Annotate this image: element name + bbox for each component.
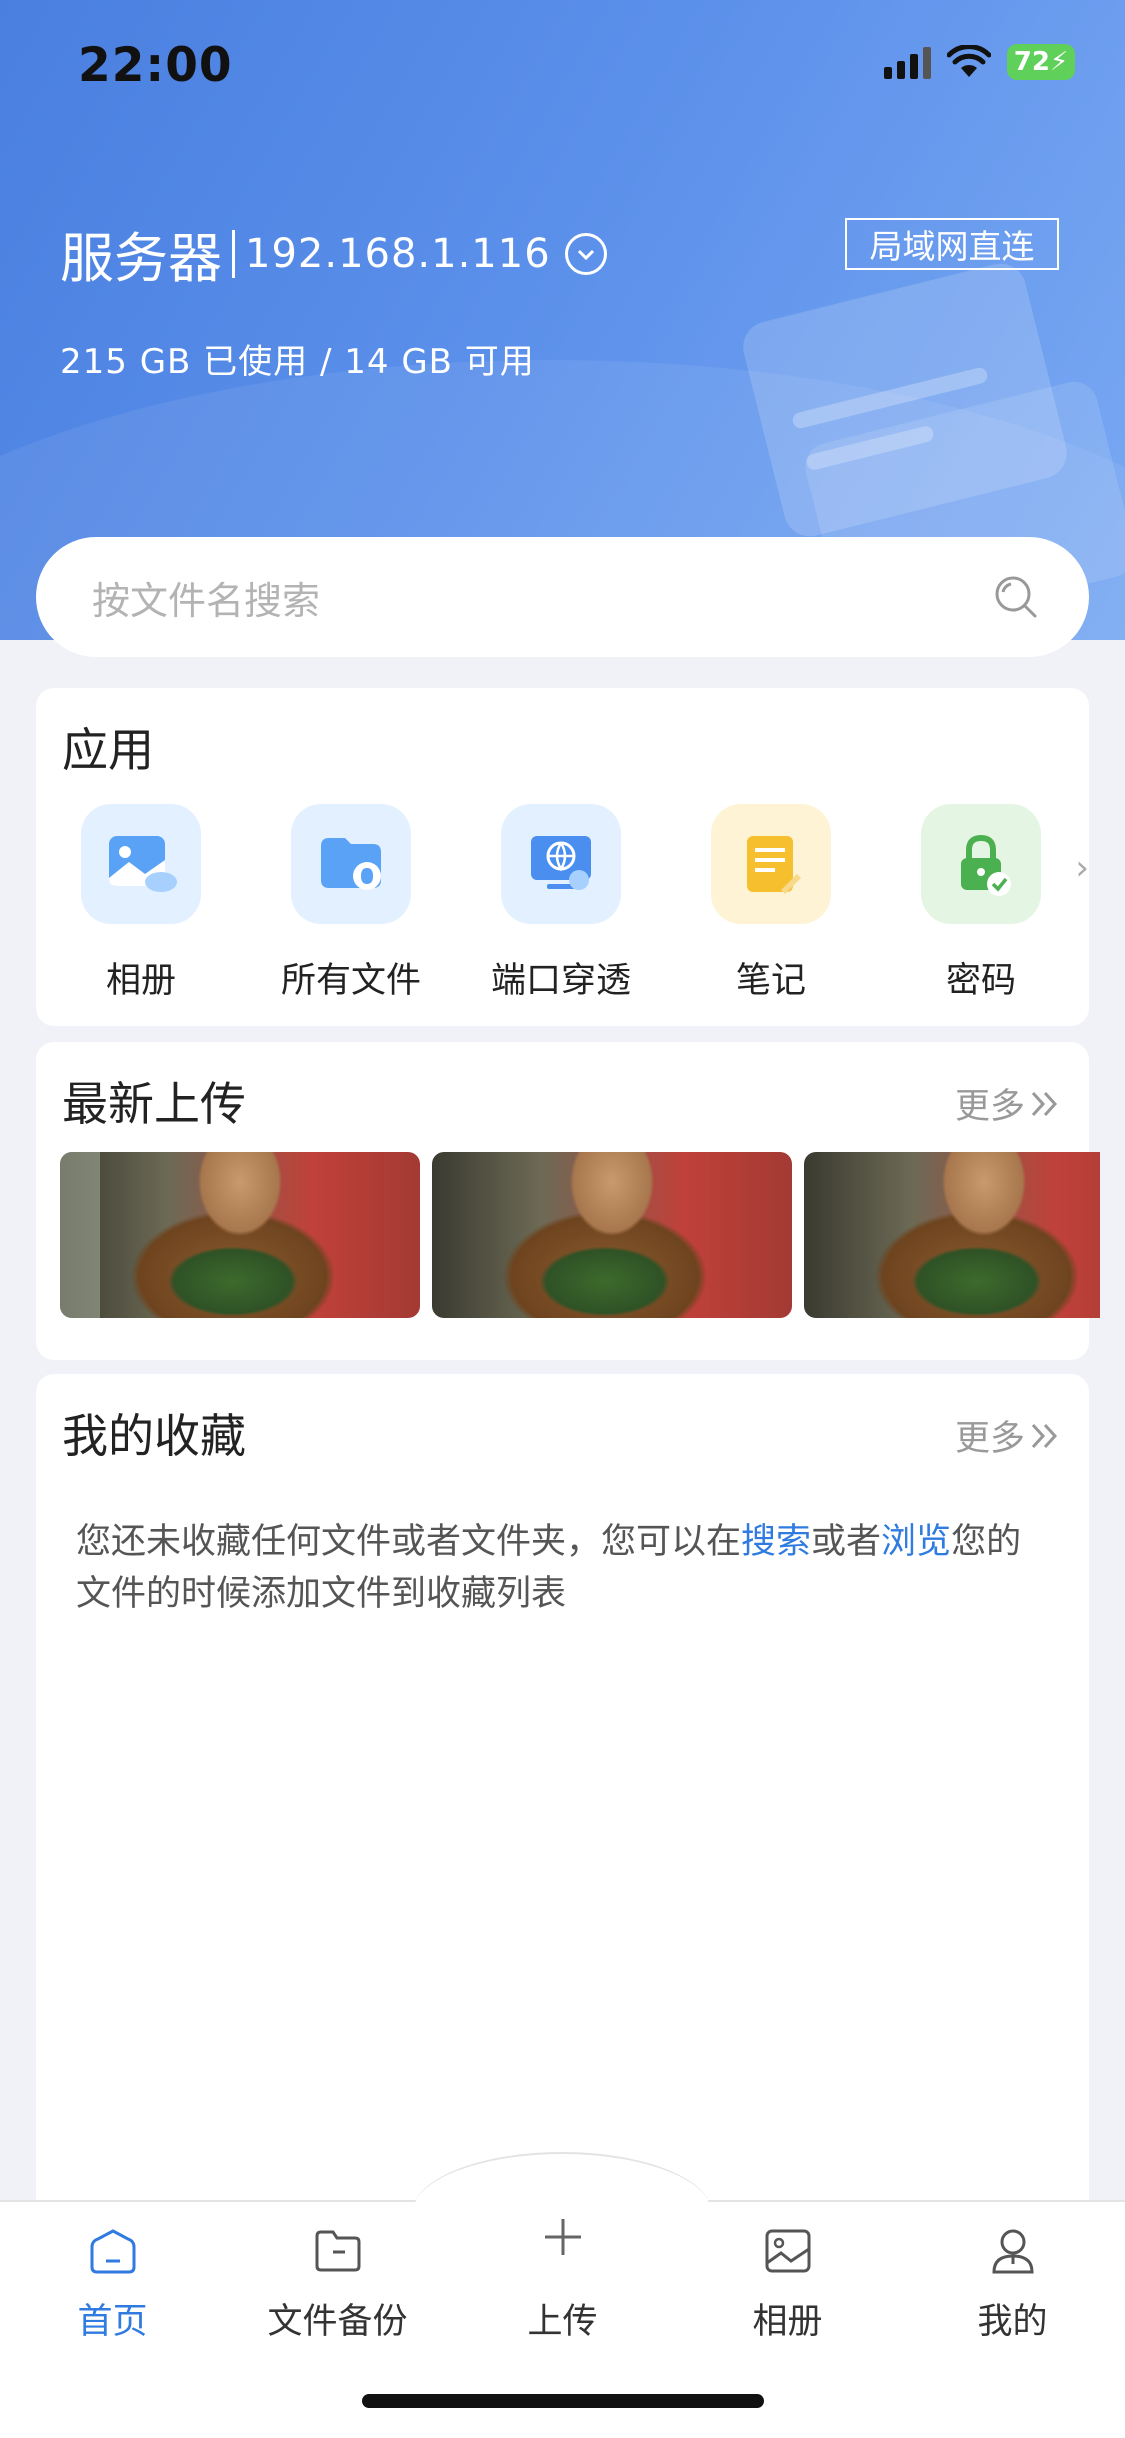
server-selector[interactable]: 服务器 192.168.1.116: [60, 214, 607, 293]
app-label: 所有文件: [280, 961, 421, 1001]
tab-label: 首页: [77, 2302, 148, 2342]
app-port-forwarding[interactable]: 端口穿透: [456, 804, 666, 1003]
search-input[interactable]: 按文件名搜索: [92, 570, 993, 625]
globe-monitor-icon: [501, 804, 621, 924]
wifi-icon: [947, 45, 991, 77]
app-all-files[interactable]: 所有文件: [246, 804, 456, 1003]
recent-more-link[interactable]: 更多: [955, 1078, 1063, 1129]
search-icon[interactable]: [993, 574, 1039, 620]
favorites-card: 我的收藏 更多 您还未收藏任何文件或者文件夹，您可以在搜索或者浏览您的文件的时候…: [36, 1374, 1089, 2254]
charging-bolt-icon: ⚡: [1049, 47, 1069, 77]
scroll-right-icon[interactable]: ›: [1075, 848, 1089, 888]
more-label: 更多: [954, 1419, 1025, 1459]
plus-icon: [535, 2209, 591, 2265]
image-icon: [760, 2223, 816, 2279]
tab-label: 相册: [752, 2302, 823, 2342]
divider: [232, 229, 235, 278]
photo-album-icon: [81, 804, 201, 924]
recent-uploads-card: 最新上传 更多: [36, 1042, 1100, 1360]
apps-card: 应用 相册 所有文件 端口穿透 笔记 密码 ›: [36, 688, 1089, 1026]
app-label: 相册: [105, 961, 176, 1001]
tab-album[interactable]: 相册: [675, 2215, 900, 2344]
apps-list: 相册 所有文件 端口穿透 笔记 密码: [36, 804, 1089, 1003]
photo-thumbnail[interactable]: [60, 1152, 420, 1318]
tab-items: 首页 文件备份 上传 相册 我的: [0, 2215, 1125, 2344]
home-icon: [85, 2223, 141, 2279]
home-indicator[interactable]: [362, 2394, 764, 2408]
app-label: 密码: [945, 961, 1016, 1001]
status-icons: 72 ⚡: [884, 44, 1075, 80]
message-text: 或者: [811, 1522, 882, 1562]
browse-link[interactable]: 浏览: [881, 1522, 951, 1562]
folder-apple-icon: [291, 804, 411, 924]
app-notes[interactable]: 笔记: [666, 804, 876, 1003]
server-ip: 192.168.1.116: [245, 230, 551, 277]
favorites-more-link[interactable]: 更多: [955, 1410, 1063, 1461]
favorites-title: 我的收藏: [62, 1409, 246, 1463]
tab-label: 文件备份: [267, 2302, 408, 2342]
user-icon: [985, 2223, 1041, 2279]
tab-upload[interactable]: 上传: [450, 2215, 675, 2344]
more-label: 更多: [954, 1087, 1025, 1127]
message-text: 您还未收藏任何文件或者文件夹，您可以在: [76, 1522, 742, 1562]
battery-indicator: 72 ⚡: [1007, 44, 1075, 80]
double-chevron-right-icon: [1031, 1091, 1058, 1116]
tab-label: 上传: [527, 2302, 598, 2342]
recent-title: 最新上传: [62, 1077, 246, 1131]
battery-level: 72: [1013, 47, 1050, 77]
recent-photos: [60, 1152, 1100, 1318]
tab-mine[interactable]: 我的: [900, 2215, 1125, 2344]
folder-icon: [310, 2223, 366, 2279]
double-chevron-right-icon: [1031, 1423, 1058, 1448]
note-pencil-icon: [711, 804, 831, 924]
chevron-down-icon[interactable]: [564, 232, 607, 275]
tab-label: 我的: [977, 2302, 1048, 2342]
cellular-signal-icon: [884, 45, 931, 79]
lock-check-icon: [921, 804, 1041, 924]
favorites-empty-message: 您还未收藏任何文件或者文件夹，您可以在搜索或者浏览您的文件的时候添加文件到收藏列…: [76, 1516, 1056, 1620]
app-label: 端口穿透: [490, 961, 631, 1001]
search-link[interactable]: 搜索: [741, 1522, 811, 1562]
photo-thumbnail[interactable]: [432, 1152, 792, 1318]
app-label: 笔记: [735, 961, 806, 1001]
photo-thumbnail[interactable]: [804, 1152, 1100, 1318]
apps-title: 应用: [62, 723, 154, 777]
storage-usage: 215 GB 已使用 / 14 GB 可用: [60, 342, 535, 382]
search-bar[interactable]: 按文件名搜索: [36, 537, 1089, 657]
tab-file-backup[interactable]: 文件备份: [225, 2215, 450, 2344]
connection-mode-button[interactable]: 局域网直连: [845, 218, 1059, 270]
status-time: 22:00: [78, 38, 233, 93]
app-album[interactable]: 相册: [36, 804, 246, 1003]
app-password[interactable]: 密码: [876, 804, 1086, 1003]
server-name: 服务器: [60, 227, 222, 290]
tab-home[interactable]: 首页: [0, 2215, 225, 2344]
